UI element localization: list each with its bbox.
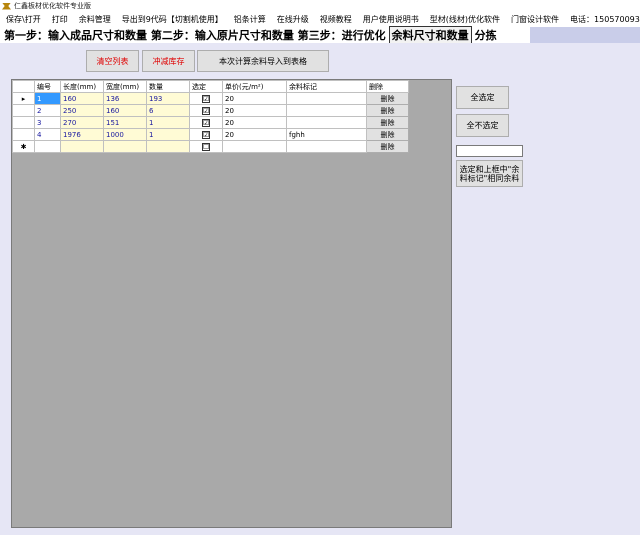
cell-id[interactable]: [34, 140, 61, 153]
menu-video-tutorial[interactable]: 视频教程: [320, 14, 352, 25]
new-row-marker: ✱: [12, 140, 35, 153]
cell-id[interactable]: 3: [34, 116, 61, 129]
cell-length[interactable]: 160: [60, 92, 104, 105]
column-header-tag: 余料标记: [286, 80, 367, 93]
steps-bar: 第一步：输入成品尺寸和数量 第二步：输入原片尺寸和数量 第三步：进行优化 余料尺…: [0, 26, 640, 44]
cell-quantity[interactable]: 6: [146, 104, 190, 117]
app-logo-icon: [2, 2, 11, 11]
cell-id[interactable]: 1: [34, 92, 61, 105]
menu-phone: 电话：15057009313: [570, 14, 640, 24]
menu-online-upgrade[interactable]: 在线升级: [277, 14, 309, 25]
cell-width[interactable]: 160: [103, 104, 147, 117]
window-title: 仁鑫板材优化软件专业版: [14, 2, 91, 10]
cell-width[interactable]: 151: [103, 116, 147, 129]
menu-save-open[interactable]: 保存\打开: [6, 14, 41, 25]
cell-price[interactable]: [222, 140, 287, 153]
menu-user-manual[interactable]: 用户使用说明书: [363, 14, 419, 25]
column-header-price: 单价(元/m²): [222, 80, 287, 93]
cell-length[interactable]: 250: [60, 104, 104, 117]
new-row[interactable]: ✱ ☐ 删除: [12, 140, 409, 153]
row-header: [12, 116, 35, 129]
cell-selected-checkbox[interactable]: ☑: [189, 128, 223, 141]
cell-length[interactable]: 1976: [60, 128, 104, 141]
select-all-button[interactable]: 全选定: [456, 86, 509, 109]
step-sort-tab[interactable]: 分拣: [475, 27, 497, 43]
cell-selected-checkbox[interactable]: ☑: [189, 92, 223, 105]
cell-quantity[interactable]: [146, 140, 190, 153]
remnant-table: 编号 长度(mm) 宽度(mm) 数量 选定 单价(元/m²) 余料标记 删除 …: [12, 80, 409, 153]
column-header-id: 编号: [34, 80, 61, 93]
row-header: [12, 128, 35, 141]
cell-tag[interactable]: [286, 104, 367, 117]
delete-row-button[interactable]: 删除: [366, 140, 409, 153]
clear-list-button[interactable]: 清空列表: [86, 50, 139, 72]
cell-length[interactable]: [60, 140, 104, 153]
cell-width[interactable]: 136: [103, 92, 147, 105]
row-header: [12, 104, 35, 117]
remnant-grid: 编号 长度(mm) 宽度(mm) 数量 选定 单价(元/m²) 余料标记 删除 …: [11, 79, 452, 528]
cell-selected-checkbox[interactable]: ☐: [189, 140, 223, 153]
table-row[interactable]: 3 270 151 1 ☑ 20 删除: [12, 116, 409, 129]
column-header-width: 宽度(mm): [103, 80, 147, 93]
row-header-corner: [12, 80, 35, 93]
menu-bar: 保存\打开 打印 余料管理 导出到9代码【切割机使用】 铝条计算 在线升级 视频…: [0, 12, 640, 26]
menu-door-window-software[interactable]: 门窗设计软件: [511, 14, 559, 25]
cell-quantity[interactable]: 1: [146, 128, 190, 141]
cell-length[interactable]: 270: [60, 116, 104, 129]
cell-tag[interactable]: [286, 116, 367, 129]
table-row[interactable]: 2 250 160 6 ☑ 20 删除: [12, 104, 409, 117]
cell-selected-checkbox[interactable]: ☑: [189, 116, 223, 129]
table-row[interactable]: ▸ 1 160 136 193 ☑ 20 删除: [12, 92, 409, 105]
menu-aluminum-calc[interactable]: 铝条计算: [234, 14, 266, 25]
step-remnant-tab[interactable]: 余料尺寸和数量: [388, 26, 472, 44]
cell-price[interactable]: 20: [222, 92, 287, 105]
menu-profile-software[interactable]: 型材(线材)优化软件: [430, 14, 500, 25]
cell-tag[interactable]: fghh: [286, 128, 367, 141]
delete-row-button[interactable]: 删除: [366, 116, 409, 129]
steps-bar-fill: [530, 27, 640, 43]
table-row[interactable]: 4 1976 1000 1 ☑ 20 fghh 删除: [12, 128, 409, 141]
cell-quantity[interactable]: 193: [146, 92, 190, 105]
column-header-quantity: 数量: [146, 80, 190, 93]
menu-print[interactable]: 打印: [52, 14, 68, 25]
column-header-selected: 选定: [189, 80, 223, 93]
delete-row-button[interactable]: 删除: [366, 104, 409, 117]
remnant-tag-input[interactable]: [456, 145, 523, 157]
select-same-tag-button[interactable]: 选定和上框中"余料标记"相同余料: [456, 160, 523, 187]
cell-tag[interactable]: [286, 140, 367, 153]
cell-tag[interactable]: [286, 92, 367, 105]
title-bar: 仁鑫板材优化软件专业版: [0, 0, 640, 12]
deselect-all-button[interactable]: 全不选定: [456, 114, 509, 137]
cell-selected-checkbox[interactable]: ☑: [189, 104, 223, 117]
cell-id[interactable]: 2: [34, 104, 61, 117]
reduce-stock-button[interactable]: 冲减库存: [142, 50, 195, 72]
delete-row-button[interactable]: 删除: [366, 92, 409, 105]
import-remnant-button[interactable]: 本次计算余料导入到表格: [197, 50, 329, 72]
delete-row-button[interactable]: 删除: [366, 128, 409, 141]
cell-width[interactable]: 1000: [103, 128, 147, 141]
column-header-delete: 删除: [366, 80, 409, 93]
cell-price[interactable]: 20: [222, 128, 287, 141]
column-header-length: 长度(mm): [60, 80, 104, 93]
cell-price[interactable]: 20: [222, 104, 287, 117]
menu-export-code[interactable]: 导出到9代码【切割机使用】: [122, 14, 223, 25]
cell-width[interactable]: [103, 140, 147, 153]
menu-remnant-management[interactable]: 余料管理: [79, 14, 111, 25]
cell-quantity[interactable]: 1: [146, 116, 190, 129]
row-current-marker: ▸: [12, 92, 35, 105]
table-header-row: 编号 长度(mm) 宽度(mm) 数量 选定 单价(元/m²) 余料标记 删除: [12, 80, 409, 93]
steps-text: 第一步：输入成品尺寸和数量 第二步：输入原片尺寸和数量 第三步：进行优化: [4, 29, 386, 42]
cell-id[interactable]: 4: [34, 128, 61, 141]
cell-price[interactable]: 20: [222, 116, 287, 129]
